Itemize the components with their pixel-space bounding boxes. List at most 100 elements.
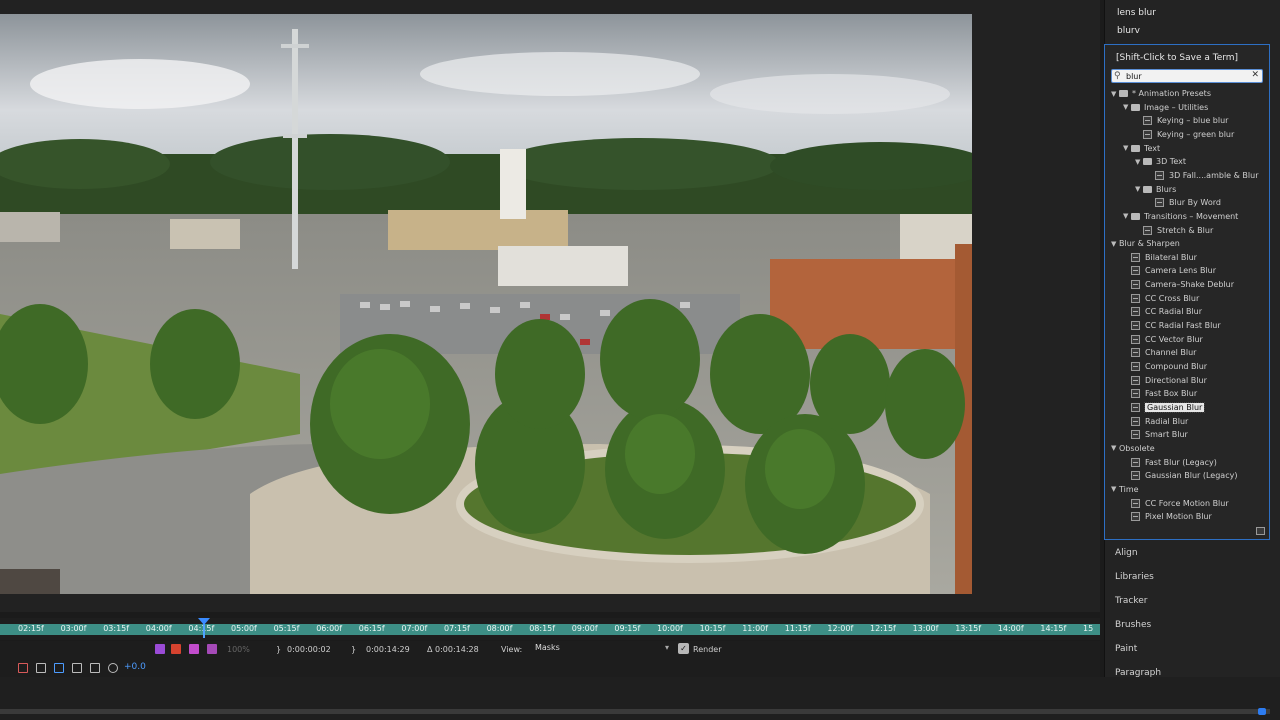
new-preset-icon[interactable] bbox=[1256, 527, 1265, 535]
close-icon[interactable]: ✕ bbox=[1251, 70, 1259, 80]
duration[interactable]: Δ 0:00:14:28 bbox=[427, 645, 479, 654]
tree-item-label: Compound Blur bbox=[1145, 362, 1208, 371]
transparency-grid-icon[interactable] bbox=[54, 663, 64, 673]
tree-effect-item[interactable]: Gaussian Blur bbox=[1123, 401, 1206, 414]
panel-tab-libraries[interactable]: Libraries bbox=[1115, 572, 1154, 582]
time-tick-label: 14:00f bbox=[997, 624, 1024, 633]
disclosure-triangle-icon[interactable]: ▼ bbox=[1135, 185, 1143, 193]
disclosure-triangle-icon[interactable]: ▼ bbox=[1135, 158, 1143, 166]
time-tick-label: 14:15f bbox=[1040, 624, 1067, 633]
tree-folder[interactable]: ▼ Transitions – Movement bbox=[1123, 210, 1238, 223]
tree-folder[interactable]: ▼ Blurs bbox=[1135, 183, 1176, 196]
time-tick-label: 02:15f bbox=[18, 624, 44, 633]
disclosure-triangle-icon[interactable]: ▼ bbox=[1111, 444, 1119, 452]
search-history-item[interactable]: blurv bbox=[1117, 26, 1140, 36]
tree-effect-item[interactable]: Directional Blur bbox=[1123, 374, 1207, 387]
tree-item-label: Fast Blur (Legacy) bbox=[1145, 457, 1217, 467]
disclosure-triangle-icon[interactable]: ▼ bbox=[1123, 103, 1131, 111]
tree-effect-item[interactable]: Gaussian Blur (Legacy) bbox=[1123, 469, 1237, 482]
disclosure-triangle-icon[interactable]: ▼ bbox=[1123, 144, 1131, 152]
tree-effect-item[interactable]: Fast Box Blur bbox=[1123, 387, 1197, 400]
effects-search-input[interactable] bbox=[1126, 70, 1246, 82]
tree-effect-item[interactable]: Stretch & Blur bbox=[1135, 224, 1213, 237]
tree-folder[interactable]: ▼ Time bbox=[1111, 483, 1139, 496]
disclosure-triangle-icon[interactable]: ▼ bbox=[1111, 485, 1119, 493]
tree-effect-item[interactable]: Fast Blur (Legacy) bbox=[1123, 456, 1217, 469]
tree-effect-item[interactable]: Keying – blue blur bbox=[1135, 114, 1228, 127]
exposure-value[interactable]: +0.0 bbox=[124, 662, 146, 672]
tree-effect-item[interactable]: Compound Blur bbox=[1123, 360, 1207, 373]
tree-effect-item[interactable]: Camera–Shake Deblur bbox=[1123, 278, 1234, 291]
snapshot-icon[interactable] bbox=[90, 663, 100, 673]
tree-item-label: Image – Utilities bbox=[1144, 102, 1209, 112]
tree-folder[interactable]: ▼ * Animation Presets bbox=[1111, 87, 1211, 100]
tree-effect-item[interactable]: Radial Blur bbox=[1123, 415, 1188, 428]
disclosure-triangle-icon[interactable]: ▼ bbox=[1123, 212, 1131, 220]
disclosure-triangle-icon[interactable]: ▼ bbox=[1111, 240, 1119, 248]
color-channel-icon[interactable] bbox=[18, 663, 28, 673]
effects-search-box[interactable]: ⚲ ✕ bbox=[1111, 69, 1263, 83]
tree-item-label: Bilateral Blur bbox=[1145, 252, 1197, 262]
folder-icon bbox=[1143, 185, 1152, 193]
toggle-icon[interactable] bbox=[207, 644, 217, 654]
playhead-marker-icon[interactable] bbox=[198, 618, 210, 625]
effect-icon bbox=[1131, 457, 1140, 467]
tree-folder[interactable]: ▼ 3D Text bbox=[1135, 155, 1186, 168]
region-of-interest-icon[interactable] bbox=[36, 663, 46, 673]
search-icon: ⚲ bbox=[1114, 71, 1121, 81]
footage-frame[interactable] bbox=[0, 14, 972, 594]
disclosure-triangle-icon[interactable]: ▼ bbox=[1111, 90, 1119, 98]
composition-viewer[interactable] bbox=[0, 0, 1100, 612]
preset-icon bbox=[1155, 198, 1164, 208]
timeline-scrollbar[interactable] bbox=[0, 709, 1270, 714]
tree-folder[interactable]: ▼ Text bbox=[1123, 142, 1160, 155]
mask-color-icon[interactable] bbox=[189, 644, 199, 654]
time-tick-label: 11:15f bbox=[784, 624, 811, 633]
timeline-ruler[interactable]: 02:15f 03:00f 03:15f 04:00f 04:15f 05:00f 05:1… bbox=[0, 618, 1100, 640]
tree-effect-item[interactable]: CC Radial Fast Blur bbox=[1123, 319, 1221, 332]
tree-effect-item[interactable]: Pixel Motion Blur bbox=[1123, 510, 1212, 523]
tree-effect-item[interactable]: Camera Lens Blur bbox=[1123, 264, 1216, 277]
tree-effect-item[interactable]: Smart Blur bbox=[1123, 428, 1188, 441]
color-icon[interactable] bbox=[171, 644, 181, 654]
tree-effect-item[interactable]: CC Radial Blur bbox=[1123, 305, 1202, 318]
current-time[interactable]: 0:00:00:02 bbox=[287, 645, 331, 654]
panel-tab-align[interactable]: Align bbox=[1115, 548, 1138, 558]
tree-item-label: Camera–Shake Deblur bbox=[1145, 280, 1234, 290]
time-tick-label: 09:00f bbox=[571, 624, 598, 633]
zoom-level[interactable]: 100% bbox=[227, 645, 250, 654]
tree-item-label: Pixel Motion Blur bbox=[1145, 512, 1212, 522]
tree-effect-item[interactable]: 3D Fall....amble & Blur bbox=[1147, 169, 1259, 182]
tree-effect-item[interactable]: CC Vector Blur bbox=[1123, 333, 1203, 346]
tree-effect-item[interactable]: Keying – green blur bbox=[1135, 128, 1234, 141]
effect-icon bbox=[1131, 266, 1140, 276]
tree-item-label: Blur & Sharpen bbox=[1119, 239, 1180, 249]
tree-folder[interactable]: ▼ Obsolete bbox=[1111, 442, 1155, 455]
out-time[interactable]: 0:00:14:29 bbox=[366, 645, 410, 654]
panel-tab-brushes[interactable]: Brushes bbox=[1115, 620, 1151, 630]
timeline-scroll-thumb[interactable] bbox=[1258, 708, 1266, 715]
time-tick-label: 05:00f bbox=[231, 624, 257, 633]
tree-item-label: Obsolete bbox=[1119, 443, 1155, 453]
tree-effect-item[interactable]: CC Cross Blur bbox=[1123, 292, 1199, 305]
tree-item-label: Radial Blur bbox=[1145, 416, 1189, 426]
panel-tab-paint[interactable]: Paint bbox=[1115, 644, 1137, 654]
guides-icon[interactable] bbox=[72, 663, 82, 673]
tree-folder[interactable]: ▼ Blur & Sharpen bbox=[1111, 237, 1180, 250]
search-history-item[interactable]: lens blur bbox=[1117, 8, 1156, 18]
tree-effect-item[interactable]: CC Force Motion Blur bbox=[1123, 497, 1229, 510]
tree-item-label: Keying – blue blur bbox=[1157, 116, 1229, 126]
tree-effect-item[interactable]: Channel Blur bbox=[1123, 346, 1196, 359]
view-value: Masks bbox=[535, 643, 560, 652]
channel-icon[interactable] bbox=[155, 644, 165, 654]
preset-icon bbox=[1143, 116, 1152, 126]
tree-effect-item[interactable]: Blur By Word bbox=[1147, 196, 1221, 209]
tree-folder[interactable]: ▼ Image – Utilities bbox=[1123, 101, 1208, 114]
time-tick-label: 05:15f bbox=[273, 624, 300, 633]
render-checkbox[interactable]: ✓ bbox=[678, 643, 689, 654]
time-tick-label: 10:15f bbox=[699, 624, 726, 633]
view-dropdown[interactable]: Masks ▾ bbox=[533, 643, 673, 656]
exposure-reset-icon[interactable] bbox=[108, 663, 118, 673]
panel-tab-tracker[interactable]: Tracker bbox=[1115, 596, 1147, 606]
tree-effect-item[interactable]: Bilateral Blur bbox=[1123, 251, 1197, 264]
